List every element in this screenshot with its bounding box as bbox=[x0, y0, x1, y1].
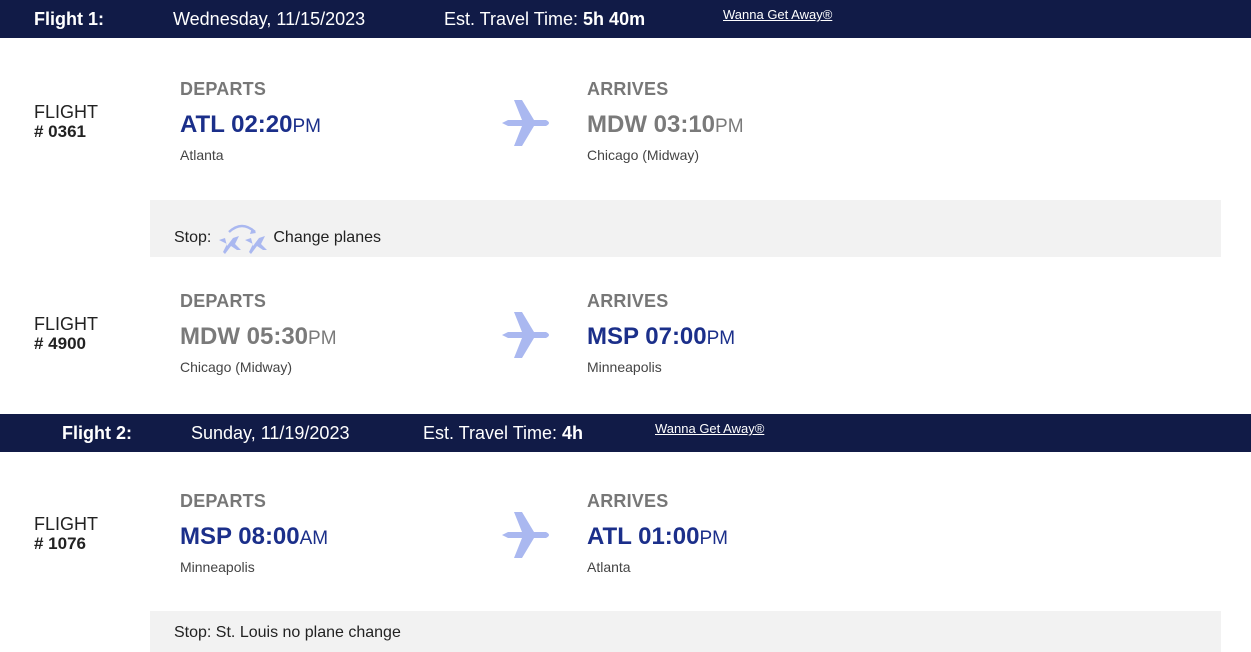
plane-icon bbox=[502, 312, 549, 358]
stop-text: Stop: Change planes bbox=[174, 220, 381, 256]
flight-label: FLIGHT bbox=[34, 102, 99, 122]
stop-description: Change planes bbox=[273, 229, 381, 246]
flight-2-fare-link[interactable]: Wanna Get Away® bbox=[655, 421, 764, 436]
departs-block: DEPARTS MSP 08:00AM Minneapolis bbox=[180, 491, 328, 575]
departs-block: DEPARTS ATL 02:20PM Atlanta bbox=[180, 79, 321, 163]
arrive-time: MDW 03:10PM bbox=[587, 111, 744, 139]
arrive-code-time: MSP 07:00 bbox=[587, 323, 707, 350]
travel-time-value: 4h bbox=[562, 423, 584, 443]
arrive-city: Chicago (Midway) bbox=[587, 147, 700, 163]
stop-prefix: Stop: bbox=[174, 229, 212, 246]
stop-info-bar: Stop: St. Louis no plane change bbox=[150, 611, 1221, 652]
depart-ampm: AM bbox=[299, 528, 329, 549]
departs-label: DEPARTS bbox=[180, 291, 267, 311]
plane-icon bbox=[502, 512, 549, 558]
arrive-time: MSP 07:00PM bbox=[587, 323, 735, 351]
flight-label: FLIGHT bbox=[34, 314, 99, 334]
depart-time: MSP 08:00AM bbox=[180, 523, 328, 551]
flight-label: FLIGHT bbox=[34, 514, 99, 534]
departs-label: DEPARTS bbox=[180, 491, 267, 511]
depart-ampm: PM bbox=[292, 116, 322, 137]
stop-info-bar: Stop: Change planes bbox=[150, 200, 1221, 257]
arrives-block: ARRIVES ATL 01:00PM Atlanta bbox=[587, 491, 728, 575]
arrives-label: ARRIVES bbox=[587, 79, 669, 99]
arrive-city: Minneapolis bbox=[587, 359, 662, 375]
travel-time-prefix: Est. Travel Time: bbox=[423, 423, 563, 443]
flight-2-label: Flight 2: bbox=[62, 423, 132, 443]
depart-city: Minneapolis bbox=[180, 559, 255, 575]
travel-time-value: 5h 40m bbox=[583, 9, 646, 29]
flight-2-header: Flight 2: Sunday, 11/19/2023 Est. Travel… bbox=[0, 414, 1251, 452]
flight-1-header: Flight 1: Wednesday, 11/15/2023 Est. Tra… bbox=[0, 0, 1251, 38]
flight-1-fare-link[interactable]: Wanna Get Away® bbox=[723, 7, 832, 22]
depart-city: Chicago (Midway) bbox=[180, 359, 293, 375]
arrive-code-time: MDW 03:10 bbox=[587, 111, 716, 138]
travel-time-prefix: Est. Travel Time: bbox=[444, 9, 584, 29]
arrives-label: ARRIVES bbox=[587, 291, 669, 311]
flight-number-4900: FLIGHT # 4900 bbox=[34, 314, 98, 354]
flight-1-label: Flight 1: bbox=[34, 9, 104, 29]
flight-2-travel-time: Est. Travel Time: 4h bbox=[423, 423, 583, 444]
flight-number: # 1076 bbox=[34, 534, 86, 553]
stop-text: Stop: St. Louis no plane change bbox=[174, 624, 401, 641]
arrive-ampm: PM bbox=[706, 328, 736, 349]
departs-label: DEPARTS bbox=[180, 79, 267, 99]
flight-2-date: Sunday, 11/19/2023 bbox=[191, 423, 350, 443]
arrives-block: ARRIVES MSP 07:00PM Minneapolis bbox=[587, 291, 735, 375]
arrive-ampm: PM bbox=[699, 528, 729, 549]
depart-time: ATL 02:20PM bbox=[180, 111, 321, 139]
depart-ampm: PM bbox=[308, 328, 337, 349]
arrive-code-time: ATL 01:00 bbox=[587, 523, 700, 550]
depart-city: Atlanta bbox=[180, 147, 224, 163]
arrives-label: ARRIVES bbox=[587, 491, 669, 511]
departs-block: DEPARTS MDW 05:30PM Chicago (Midway) bbox=[180, 291, 337, 375]
flight-number: # 0361 bbox=[34, 122, 86, 141]
flight-number: # 4900 bbox=[34, 334, 86, 353]
arrive-ampm: PM bbox=[715, 116, 744, 137]
depart-time: MDW 05:30PM bbox=[180, 323, 337, 351]
change-planes-icon bbox=[219, 224, 268, 254]
plane-icon bbox=[502, 100, 549, 146]
arrive-time: ATL 01:00PM bbox=[587, 523, 728, 551]
arrives-block: ARRIVES MDW 03:10PM Chicago (Midway) bbox=[587, 79, 744, 163]
flight-number-1076: FLIGHT # 1076 bbox=[34, 514, 98, 554]
flight-number-0361: FLIGHT # 0361 bbox=[34, 102, 98, 142]
flight-1-travel-time: Est. Travel Time: 5h 40m bbox=[444, 9, 645, 30]
depart-code-time: MSP 08:00 bbox=[180, 523, 300, 550]
depart-code-time: MDW 05:30 bbox=[180, 323, 309, 350]
flight-1-date: Wednesday, 11/15/2023 bbox=[173, 9, 366, 29]
depart-code-time: ATL 02:20 bbox=[180, 111, 293, 138]
arrive-city: Atlanta bbox=[587, 559, 631, 575]
